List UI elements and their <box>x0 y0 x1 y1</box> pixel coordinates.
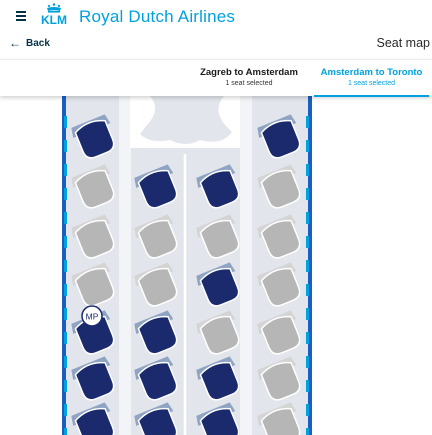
mp-badge-text: MP <box>86 312 99 322</box>
wall-window-left <box>64 212 67 224</box>
wall-window-left <box>64 164 67 176</box>
wall-window-right <box>306 188 309 200</box>
flight-tabs: Zagreb to Amsterdam 1 seat selected Amst… <box>0 59 432 97</box>
wall-window-left <box>64 380 67 392</box>
wall-window-left <box>64 332 67 344</box>
arrow-left-icon: ← <box>9 36 21 50</box>
wall-window-left <box>64 236 67 248</box>
wall-window-right <box>306 284 309 296</box>
wall-window-right <box>306 428 309 435</box>
brand-name: Royal Dutch Airlines <box>79 7 236 26</box>
seat-map: MP <box>0 96 432 435</box>
wall-window-left <box>64 140 67 152</box>
wall-window-left <box>64 308 67 320</box>
klm-logo[interactable]: KLM <box>35 3 73 25</box>
tab-label: Zagreb to Amsterdam <box>200 67 298 78</box>
wall-window-left <box>64 188 67 200</box>
wall-window-right <box>306 380 309 392</box>
mp-badge: MP <box>81 305 103 327</box>
wall-window-left <box>64 428 67 435</box>
wall-window-left <box>64 116 67 128</box>
wall-window-left <box>64 404 67 416</box>
active-tab-indicator <box>314 95 429 97</box>
tab-seat-count: 1 seat selected <box>347 80 396 87</box>
wall-window-right <box>306 260 309 272</box>
wall-window-right <box>306 164 309 176</box>
aisle-right <box>240 96 252 435</box>
wall-window-right <box>306 236 309 248</box>
tab-label: Amsterdam to Toronto <box>320 67 423 78</box>
tab-zagreb-amsterdam[interactable]: Zagreb to Amsterdam 1 seat selected <box>190 60 308 97</box>
wall-window-left <box>64 356 67 368</box>
sub-header: ← Back Seat map <box>0 34 432 56</box>
wall-window-right <box>306 332 309 344</box>
hamburger-menu-icon[interactable] <box>16 11 26 21</box>
wall-window-right <box>306 356 309 368</box>
back-label: Back <box>26 37 50 49</box>
tab-amsterdam-toronto[interactable]: Amsterdam to Toronto 1 seat selected <box>314 60 429 97</box>
badge-layer: MP <box>81 305 103 327</box>
page-title: Seat map <box>376 36 430 50</box>
logo-text: KLM <box>41 13 67 25</box>
wall-window-left <box>64 284 67 296</box>
tab-seat-count: 1 seat selected <box>225 80 273 87</box>
back-button[interactable]: ← Back <box>9 37 50 49</box>
wall-window-right <box>306 308 309 320</box>
aisle-left <box>119 96 131 435</box>
wall-window-right <box>306 140 309 152</box>
seat-map-canvas: MP <box>62 96 312 435</box>
wall-window-left <box>64 260 67 272</box>
wall-window-right <box>306 212 309 224</box>
wall-window-right <box>306 404 309 416</box>
wall-window-right <box>306 116 309 128</box>
top-bar: KLM Royal Dutch Airlines <box>0 0 432 32</box>
